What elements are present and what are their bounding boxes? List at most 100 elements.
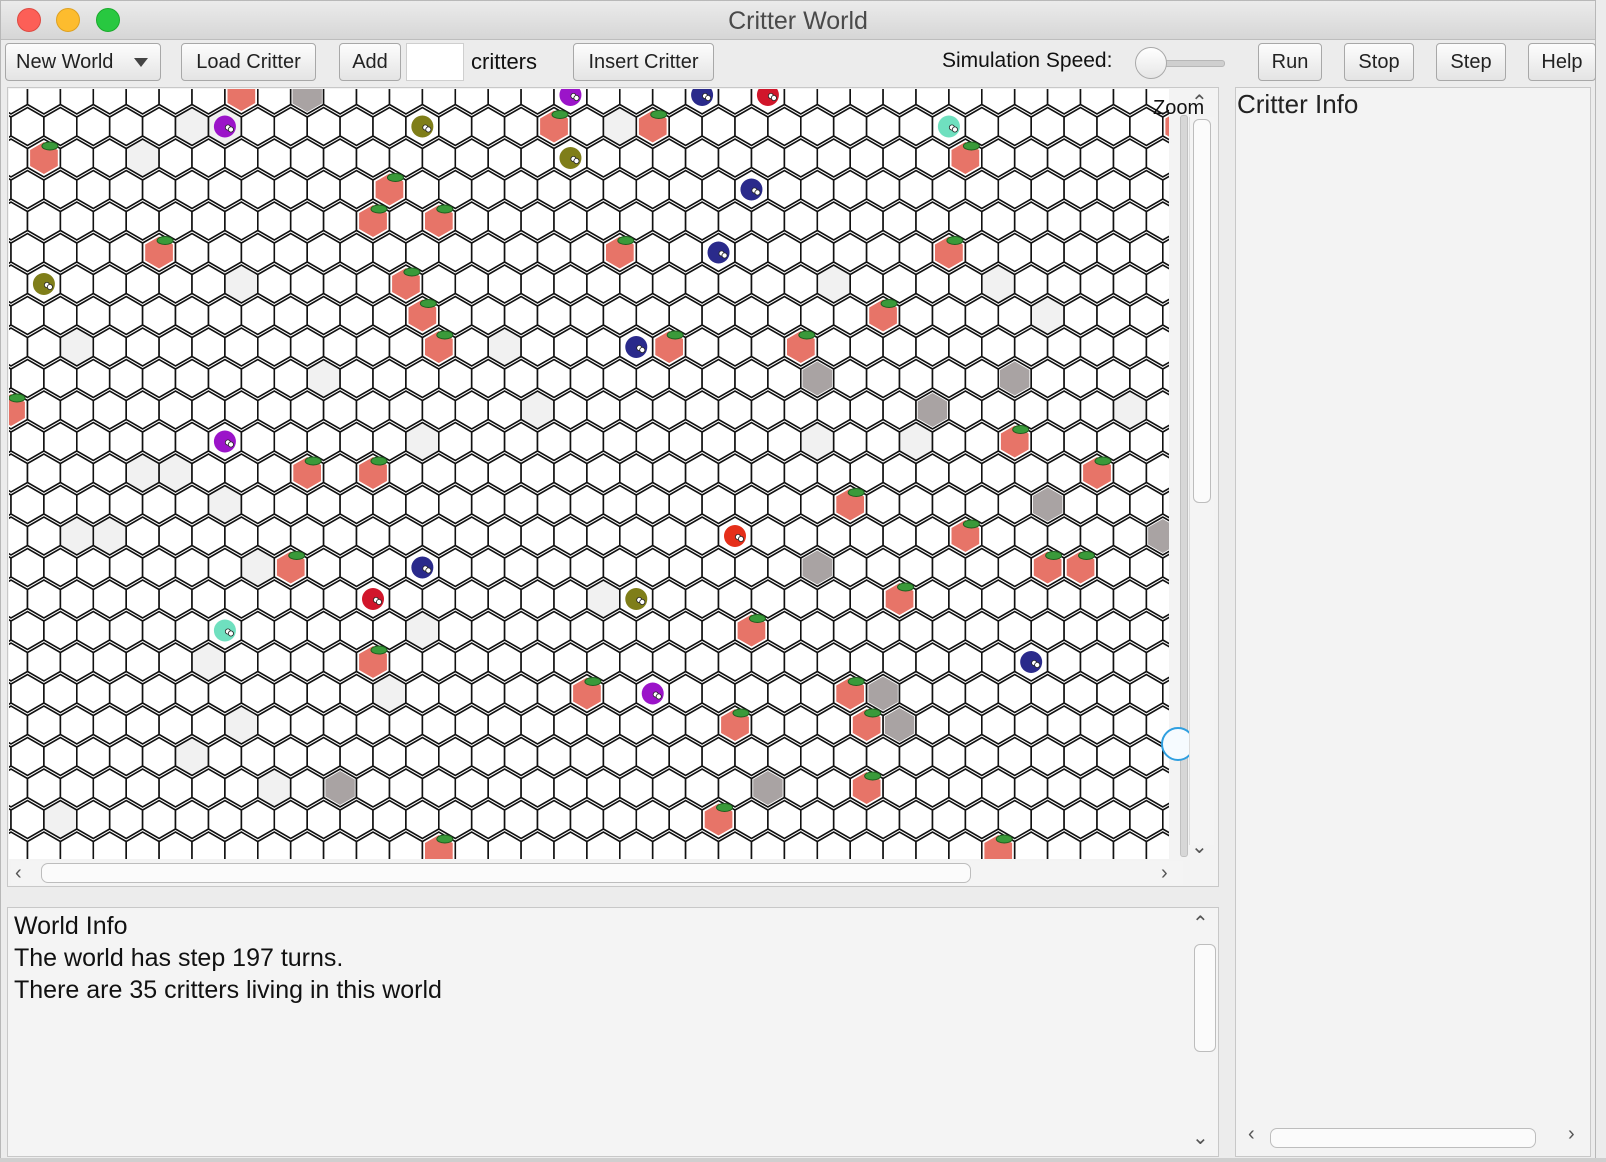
hex-cell[interactable] (931, 295, 967, 336)
hex-cell[interactable] (503, 232, 539, 273)
hex-cell[interactable] (125, 705, 160, 745)
hex-cell[interactable] (1112, 768, 1148, 808)
hex-cell[interactable] (158, 390, 193, 430)
hex-cell[interactable] (651, 642, 687, 682)
hex-cell[interactable] (257, 516, 292, 556)
hex-cell[interactable] (948, 579, 983, 619)
hex-cell[interactable] (832, 106, 868, 147)
hex-cell[interactable] (816, 390, 852, 430)
hex-cell[interactable] (76, 547, 111, 588)
hex-cell[interactable] (240, 484, 276, 525)
hex-cell[interactable] (191, 768, 226, 808)
hex-cell[interactable] (734, 547, 769, 588)
hex-cell[interactable] (158, 579, 193, 619)
hex-cell[interactable] (388, 138, 424, 178)
hex-cell[interactable] (701, 358, 736, 399)
hex-cell[interactable] (980, 327, 1016, 367)
hex-cell[interactable] (997, 610, 1033, 651)
hex-cell[interactable] (915, 642, 950, 682)
hex-cell[interactable] (339, 358, 374, 399)
hex-cell[interactable] (306, 736, 341, 777)
hex-cell[interactable] (635, 169, 671, 210)
hex-cell[interactable] (76, 295, 111, 336)
hex-cell[interactable] (767, 736, 802, 777)
hex-cell[interactable] (767, 358, 802, 399)
hex-cell[interactable] (76, 358, 111, 399)
hex-cell[interactable] (898, 106, 934, 147)
hex-cell[interactable] (898, 610, 934, 651)
hex-cell[interactable] (289, 642, 325, 682)
hex-cell[interactable] (503, 673, 539, 714)
hex-cell[interactable] (832, 421, 868, 462)
hex-cell[interactable] (1129, 799, 1164, 840)
hex-cell[interactable] (553, 579, 588, 619)
hex-cell[interactable] (1079, 768, 1115, 808)
hex-cell[interactable] (1013, 516, 1049, 556)
hex-cell[interactable] (1112, 705, 1148, 745)
hex-cell[interactable] (59, 453, 95, 493)
hex-cell[interactable] (816, 138, 852, 178)
hex-cell[interactable] (339, 295, 374, 336)
hex-cell[interactable] (437, 799, 473, 840)
hex-cell[interactable] (388, 453, 424, 493)
hex-cell[interactable] (306, 547, 341, 588)
hex-cell[interactable] (701, 106, 736, 147)
hex-cell[interactable] (322, 201, 358, 241)
critter[interactable] (641, 682, 664, 705)
hex-cell[interactable] (125, 327, 160, 367)
hex-cell[interactable] (1145, 768, 1169, 808)
critter[interactable] (1020, 651, 1043, 673)
hex-cell[interactable] (125, 264, 160, 304)
hex-cell[interactable] (322, 642, 358, 682)
hex-cell[interactable] (717, 768, 753, 808)
hex-cell[interactable] (454, 579, 490, 619)
hex-cell[interactable] (355, 138, 391, 178)
hex-cell[interactable] (1046, 453, 1082, 493)
hex-cell[interactable] (948, 768, 983, 808)
hex-cell[interactable] (520, 201, 555, 241)
hex-cell[interactable] (372, 799, 407, 840)
hex-cell[interactable] (405, 673, 440, 714)
hex-cell[interactable] (668, 358, 703, 399)
hex-cell[interactable] (849, 579, 884, 619)
hex-cell[interactable] (503, 610, 539, 651)
hex-cell[interactable] (76, 169, 111, 210)
hex-cell[interactable] (898, 484, 934, 525)
hex-cell[interactable] (43, 673, 78, 714)
hex-cell[interactable] (92, 768, 127, 808)
hex-cell[interactable] (158, 516, 193, 556)
hex-cell[interactable] (717, 327, 753, 367)
critter[interactable] (213, 115, 236, 138)
hex-cell[interactable] (191, 138, 226, 178)
hex-cell[interactable] (553, 642, 588, 682)
hex-cell[interactable] (536, 169, 572, 210)
hex-cell[interactable] (503, 484, 539, 525)
hex-cell[interactable] (1129, 673, 1164, 714)
info-scroll-down-icon[interactable]: ⌄ (1192, 1128, 1209, 1148)
hex-cell[interactable] (454, 264, 490, 304)
hex-cell[interactable] (799, 169, 835, 210)
hex-cell[interactable] (289, 579, 325, 619)
hex-cell[interactable] (405, 232, 440, 273)
world-horizontal-scroll-thumb[interactable] (41, 863, 971, 883)
hex-cell[interactable] (618, 642, 654, 682)
hex-cell[interactable] (668, 484, 703, 525)
hex-cell[interactable] (569, 421, 605, 462)
hex-cell[interactable] (191, 453, 226, 493)
hex-cell[interactable] (783, 264, 819, 304)
hex-cell[interactable] (76, 799, 111, 840)
hex-cell[interactable] (257, 642, 292, 682)
hex-cell[interactable] (59, 138, 95, 178)
hex-cell[interactable] (1079, 390, 1115, 430)
hex-cell[interactable] (602, 421, 638, 462)
hex-cell[interactable] (158, 705, 193, 745)
hex-cell[interactable] (503, 295, 539, 336)
hex-cell[interactable] (1112, 327, 1148, 367)
hex-cell[interactable] (454, 453, 490, 493)
hex-cell[interactable] (158, 768, 193, 808)
hex-cell[interactable] (980, 453, 1016, 493)
hex-cell[interactable] (553, 453, 588, 493)
hex-cell[interactable] (257, 579, 292, 619)
hex-cell[interactable] (635, 547, 671, 588)
hex-cell[interactable] (454, 390, 490, 430)
